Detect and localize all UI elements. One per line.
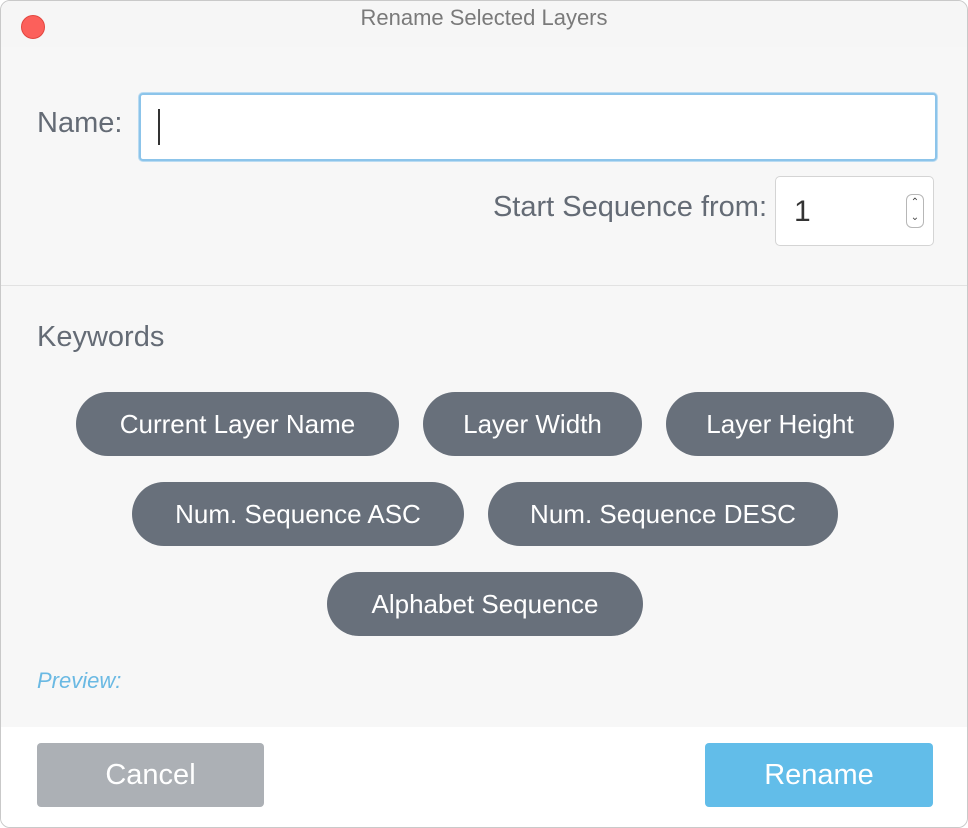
name-label: Name: [37, 107, 123, 139]
text-caret [158, 109, 160, 145]
preview-label: Preview: [37, 668, 122, 693]
keyword-layer-width[interactable]: Layer Width [423, 392, 642, 456]
sequence-stepper[interactable]: ⌃ ⌄ [906, 194, 924, 228]
name-input[interactable] [139, 93, 937, 161]
keyword-num-sequence-asc[interactable]: Num. Sequence ASC [132, 482, 464, 546]
title-bar: Rename Selected Layers [1, 1, 967, 47]
start-sequence-label: Start Sequence from: [492, 191, 767, 223]
dialog-footer: Cancel Rename [1, 727, 967, 827]
keyword-current-layer-name[interactable]: Current Layer Name [76, 392, 399, 456]
keywords-heading: Keywords [37, 321, 165, 353]
keyword-layer-height[interactable]: Layer Height [666, 392, 894, 456]
start-sequence-field[interactable]: 1 ⌃ ⌄ [775, 176, 934, 246]
keyword-alphabet-sequence[interactable]: Alphabet Sequence [327, 572, 643, 636]
cancel-button[interactable]: Cancel [37, 743, 264, 807]
start-sequence-value: 1 [794, 195, 811, 228]
rename-button[interactable]: Rename [705, 743, 933, 807]
section-divider [1, 285, 967, 286]
rename-dialog: Rename Selected Layers Name: Start Seque… [0, 0, 968, 828]
chevron-down-icon[interactable]: ⌄ [907, 211, 923, 225]
window-title: Rename Selected Layers [360, 5, 608, 30]
keyword-num-sequence-desc[interactable]: Num. Sequence DESC [488, 482, 838, 546]
chevron-up-icon[interactable]: ⌃ [907, 196, 923, 210]
